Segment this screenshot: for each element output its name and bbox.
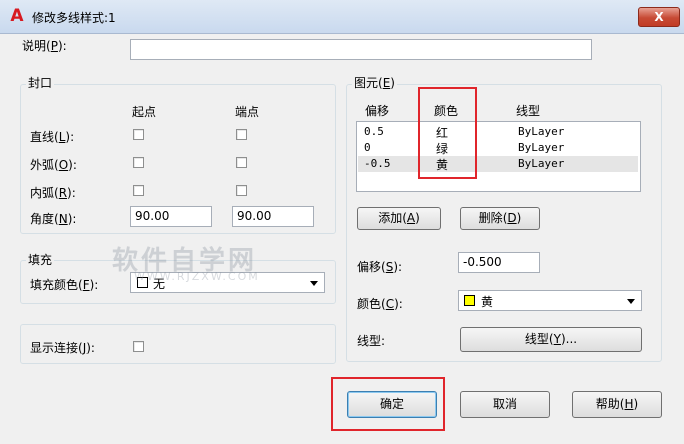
elements-list-row-selected[interactable]: -0.5 黄 ByLayer [358, 156, 638, 172]
caps-angle-start-input[interactable]: 90.00 [130, 206, 212, 227]
watermark-url: WWW.RJZXW.COM [134, 270, 260, 283]
fill-group-title: 填充 [26, 251, 55, 268]
elements-list[interactable]: 0.5 红 ByLayer 0 绿 ByLayer -0.5 黄 ByLayer [356, 121, 641, 192]
help-button[interactable]: 帮助(H) [572, 391, 662, 418]
joints-label: 显示连接(J): [30, 341, 95, 355]
window-title: 修改多线样式:1 [32, 11, 116, 25]
caps-line-end-checkbox[interactable] [236, 129, 247, 140]
element-color-label: 颜色(C): [357, 297, 403, 311]
ok-button[interactable]: 确定 [347, 391, 437, 418]
elements-list-row[interactable]: 0 绿 ByLayer [358, 140, 638, 156]
joints-checkbox[interactable] [133, 341, 144, 352]
chevron-down-icon [627, 299, 635, 304]
caps-inner-arc-start-checkbox[interactable] [133, 185, 144, 196]
title-bar: A 修改多线样式:1 X [0, 0, 684, 34]
color-column-highlight [418, 87, 477, 179]
caps-group-title: 封口 [26, 74, 55, 91]
autocad-app-icon: A [10, 6, 24, 26]
elements-group-title: 图元(E) [352, 74, 397, 91]
caps-start-header: 起点 [132, 105, 157, 119]
cancel-button[interactable]: 取消 [460, 391, 550, 418]
caps-angle-label: 角度(N): [30, 212, 77, 226]
caps-end-header: 端点 [235, 105, 260, 119]
caps-outer-arc-label: 外弧(O): [30, 158, 77, 172]
fill-color-label: 填充颜色(F): [30, 278, 99, 292]
element-color-value: 黄 [481, 295, 494, 309]
linetype-button[interactable]: 线型(Y)... [460, 327, 642, 352]
elements-linetype-header: 线型 [516, 104, 541, 118]
caps-angle-end-input[interactable]: 90.00 [232, 206, 314, 227]
elements-list-row[interactable]: 0.5 红 ByLayer [358, 124, 638, 140]
caps-inner-arc-label: 内弧(R): [30, 186, 76, 200]
delete-element-button[interactable]: 删除(D) [460, 207, 540, 230]
add-element-button[interactable]: 添加(A) [357, 207, 441, 230]
caps-outer-arc-start-checkbox[interactable] [133, 157, 144, 168]
element-color-select[interactable]: 黄 [458, 290, 642, 311]
caps-line-start-checkbox[interactable] [133, 129, 144, 140]
description-input[interactable] [130, 39, 592, 60]
elements-offset-header: 偏移 [365, 104, 390, 118]
caps-inner-arc-end-checkbox[interactable] [236, 185, 247, 196]
chevron-down-icon [310, 281, 318, 286]
element-offset-input[interactable]: -0.500 [458, 252, 540, 273]
element-offset-label: 偏移(S): [357, 260, 403, 274]
close-button[interactable]: X [638, 7, 680, 27]
caps-line-label: 直线(L): [30, 130, 75, 144]
element-color-swatch [464, 295, 475, 306]
caps-outer-arc-end-checkbox[interactable] [236, 157, 247, 168]
element-linetype-label: 线型: [357, 334, 386, 348]
description-label: 说明(P): [22, 39, 67, 53]
